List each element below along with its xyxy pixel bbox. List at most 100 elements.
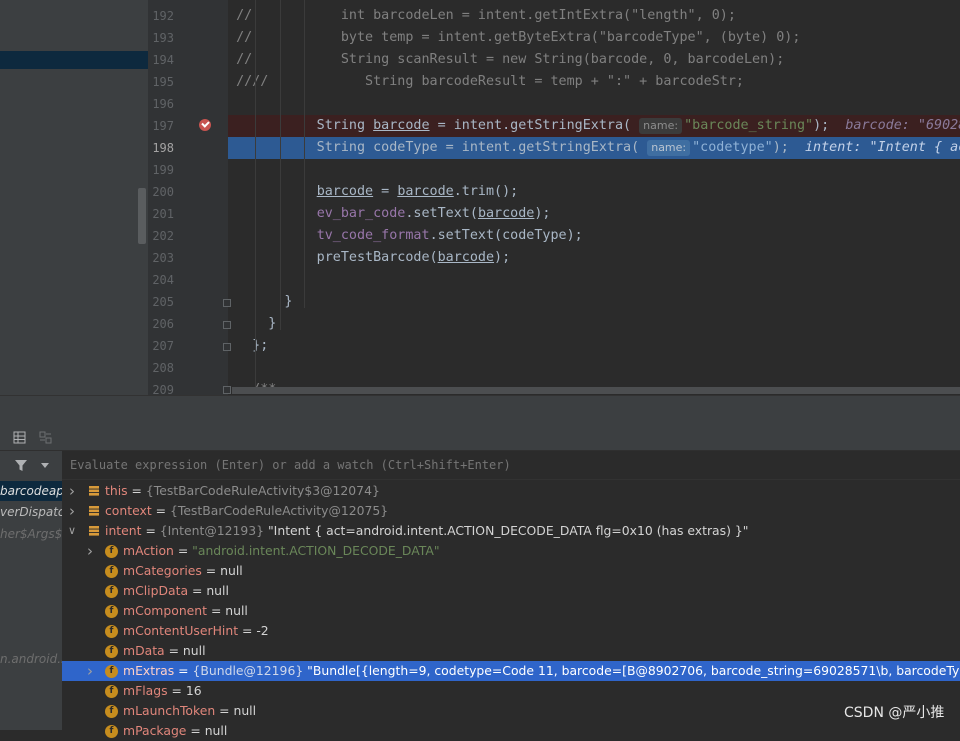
chevron-down-icon[interactable] bbox=[40, 462, 50, 469]
line-number[interactable]: 207 bbox=[150, 335, 174, 357]
chevron-right-icon[interactable]: › bbox=[86, 541, 94, 561]
parameter-hint: name: bbox=[647, 140, 691, 156]
code-line[interactable]: // String scanResult = new String(barcod… bbox=[228, 49, 960, 71]
variable-row[interactable]: ∨ intent = {Intent@12193} "Intent { act=a… bbox=[62, 521, 960, 541]
breakpoint-icon[interactable] bbox=[199, 119, 211, 131]
line-number[interactable]: 208 bbox=[150, 357, 174, 379]
variable-value: "Intent { act=android.intent.ACTION_DECO… bbox=[264, 523, 749, 538]
evaluate-expression-input[interactable] bbox=[70, 456, 950, 474]
line-number[interactable]: 194 bbox=[150, 49, 174, 71]
variable-text: intent = {Intent@12193} "Intent { act=an… bbox=[105, 521, 748, 541]
stack-frame[interactable]: n.android.i bbox=[0, 649, 62, 669]
equals-sign: = bbox=[127, 483, 146, 498]
line-number[interactable]: 201 bbox=[150, 203, 174, 225]
variable-type: {TestBarCodeRuleActivity$3@12074} bbox=[145, 483, 380, 498]
code-line[interactable]: }; bbox=[228, 335, 960, 357]
watermark: CSDN @严小推 bbox=[844, 705, 945, 721]
fold-marker-icon[interactable] bbox=[223, 343, 231, 351]
variable-value: null bbox=[206, 583, 229, 598]
code-line[interactable]: // byte temp = intent.getByteExtra("barc… bbox=[228, 27, 960, 49]
fold-marker-icon[interactable] bbox=[223, 299, 231, 307]
line-number[interactable]: 196 bbox=[150, 93, 174, 115]
chevron-right-icon[interactable]: › bbox=[68, 501, 76, 521]
code-line[interactable]: preTestBarcode(barcode); bbox=[228, 247, 960, 269]
inline-debug-value: barcode: "69028571\b" bbox=[845, 118, 960, 133]
variable-row[interactable]: f mComponent = null bbox=[62, 601, 960, 621]
line-number[interactable]: 206 bbox=[150, 313, 174, 335]
project-selected-item[interactable] bbox=[0, 51, 148, 69]
equals-sign: = bbox=[186, 723, 205, 738]
execution-point-line[interactable]: String codeType = intent.getStringExtra(… bbox=[228, 137, 960, 159]
breakpoint-line[interactable]: String barcode = intent.getStringExtra( … bbox=[228, 115, 960, 137]
chevron-right-icon[interactable]: › bbox=[68, 481, 76, 501]
fold-marker-icon[interactable] bbox=[223, 386, 231, 394]
line-number[interactable]: 199 bbox=[150, 159, 174, 181]
variable-name: mContentUserHint bbox=[123, 623, 239, 638]
variable-row[interactable]: › this = {TestBarCodeRuleActivity$3@12074… bbox=[62, 481, 960, 501]
code-token: } bbox=[236, 316, 277, 331]
variable-row[interactable]: f mData = null bbox=[62, 641, 960, 661]
field-icon: f bbox=[105, 725, 118, 738]
equals-sign: = bbox=[174, 663, 193, 678]
variable-icon bbox=[89, 486, 99, 496]
variable-name: mLaunchToken bbox=[123, 703, 216, 718]
variable-text: context = {TestBarCodeRuleActivity@12075… bbox=[105, 501, 388, 521]
field-icon: f bbox=[105, 605, 118, 618]
stack-frame[interactable]: barcodeap bbox=[0, 481, 62, 501]
fold-marker-icon[interactable] bbox=[223, 321, 231, 329]
code-line[interactable]: tv_code_format.setText(codeType); bbox=[228, 225, 960, 247]
variable-name: mExtras bbox=[123, 663, 175, 678]
variable-type: {TestBarCodeRuleActivity@12075} bbox=[169, 503, 389, 518]
code-token: barcode bbox=[316, 184, 374, 199]
code-token: ); bbox=[534, 206, 551, 221]
code-line[interactable]: } bbox=[228, 313, 960, 335]
line-number[interactable]: 202 bbox=[150, 225, 174, 247]
code-line[interactable]: //// String barcodeResult = temp + ":" +… bbox=[228, 71, 960, 93]
variable-row[interactable]: › context = {TestBarCodeRuleActivity@1207… bbox=[62, 501, 960, 521]
equals-sign: = bbox=[238, 623, 257, 638]
variable-row[interactable]: › f mExtras = {Bundle@12196} "Bundle[{leng… bbox=[62, 661, 960, 681]
variable-row[interactable]: f mCategories = null bbox=[62, 561, 960, 581]
line-number[interactable]: 193 bbox=[150, 27, 174, 49]
code-line[interactable]: ev_bar_code.setText(barcode); bbox=[228, 203, 960, 225]
line-number[interactable]: 203 bbox=[150, 247, 174, 269]
variable-value: 16 bbox=[185, 683, 202, 698]
code-line[interactable] bbox=[228, 93, 960, 115]
chevron-right-icon[interactable]: › bbox=[86, 661, 94, 681]
variable-row[interactable]: f mPackage = null bbox=[62, 721, 960, 741]
variable-value: null bbox=[182, 643, 206, 658]
variable-value: null bbox=[220, 563, 243, 578]
line-number[interactable]: 200 bbox=[150, 181, 174, 203]
project-scrollbar[interactable] bbox=[138, 188, 146, 244]
variable-text: mLaunchToken = null bbox=[123, 701, 256, 721]
code-line[interactable]: barcode = barcode.trim(); bbox=[228, 181, 960, 203]
line-number[interactable]: 192 bbox=[150, 5, 174, 27]
stack-frame[interactable]: her$Args$ bbox=[0, 524, 62, 544]
line-number[interactable]: 204 bbox=[150, 269, 174, 291]
variable-row[interactable]: f mFlags = 16 bbox=[62, 681, 960, 701]
variable-row[interactable]: f mContentUserHint = -2 bbox=[62, 621, 960, 641]
code-line[interactable] bbox=[228, 357, 960, 379]
stack-frame[interactable]: verDispatc bbox=[0, 502, 62, 522]
chevron-down-icon[interactable]: ∨ bbox=[68, 521, 76, 541]
code-line[interactable] bbox=[228, 269, 960, 291]
line-number[interactable]: 205 bbox=[150, 291, 174, 313]
variable-name: mPackage bbox=[123, 723, 187, 738]
line-number[interactable]: 198 bbox=[150, 137, 174, 159]
variable-row[interactable]: f mClipData = null bbox=[62, 581, 960, 601]
field-icon: f bbox=[105, 685, 118, 698]
variable-row[interactable]: › f mAction = "android.intent.ACTION_DECOD… bbox=[62, 541, 960, 561]
table-view-icon[interactable] bbox=[13, 431, 26, 444]
variable-row[interactable]: f mLaunchToken = null bbox=[62, 701, 960, 721]
code-line[interactable] bbox=[228, 159, 960, 181]
line-number[interactable]: 195 bbox=[150, 71, 174, 93]
editor-horizontal-scrollbar[interactable] bbox=[232, 387, 960, 394]
filter-icon[interactable] bbox=[14, 459, 28, 472]
layout-icon[interactable] bbox=[39, 431, 52, 444]
variable-text: mPackage = null bbox=[123, 721, 227, 741]
code-line[interactable]: } bbox=[228, 291, 960, 313]
code-line[interactable]: // int barcodeLen = intent.getIntExtra("… bbox=[228, 5, 960, 27]
line-number[interactable]: 197 bbox=[150, 115, 174, 137]
